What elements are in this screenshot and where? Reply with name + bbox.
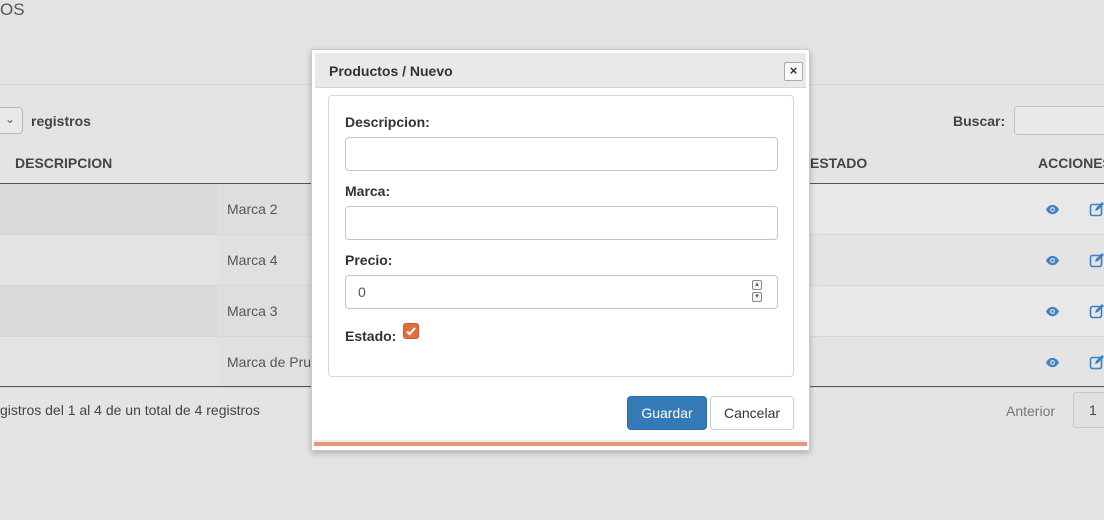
precio-input[interactable]: 0 ▴ ▾ [345,275,778,309]
page-title: OS [0,0,25,19]
spin-down-icon[interactable]: ▾ [752,292,762,302]
marca-cell: Marca 3 [227,303,278,319]
pagination-previous[interactable]: Anterior [1006,403,1055,419]
descripcion-cell [0,337,217,387]
edit-icon[interactable] [1089,303,1104,319]
descripcion-cell [0,286,217,336]
chevron-down-icon: ⌄ [4,112,15,126]
marca-input[interactable] [345,206,778,240]
marca-cell: Marca 4 [227,252,278,268]
edit-icon[interactable] [1089,201,1104,217]
eye-icon[interactable] [1045,355,1060,370]
descripcion-input[interactable] [345,137,778,171]
marca-cell: Marca 2 [227,201,278,217]
eye-icon[interactable] [1045,304,1060,319]
search-input[interactable] [1014,106,1104,135]
marca-label: Marca: [345,183,391,199]
precio-label: Precio: [345,252,393,268]
save-button[interactable]: Guardar [627,396,707,430]
pagination-page-1[interactable]: 1 [1073,392,1104,428]
length-select[interactable]: ⌄ [0,107,23,134]
eye-icon[interactable] [1045,253,1060,268]
column-header-descripcion[interactable]: DESCRIPCION [15,155,112,171]
edit-icon[interactable] [1089,252,1104,268]
marca-cell: Marca de Pru [227,354,312,370]
check-icon [406,327,416,336]
modal-accent-bar [314,442,807,446]
cancel-button[interactable]: Cancelar [710,396,794,430]
close-icon[interactable]: × [784,62,803,81]
form-panel: Descripcion: Marca: Precio: 0 ▴ ▾ Estado… [328,95,794,377]
spin-up-icon[interactable]: ▴ [752,280,762,290]
modal-header: Productos / Nuevo × [315,53,806,88]
column-header-acciones: ACCIONES [1038,155,1104,171]
descripcion-label: Descripcion: [345,114,430,130]
edit-icon[interactable] [1089,354,1104,370]
descripcion-cell [0,235,217,285]
product-modal: Productos / Nuevo × Descripcion: Marca: … [311,49,810,451]
table-info: gistros del 1 al 4 de un total de 4 regi… [0,402,260,418]
eye-icon[interactable] [1045,202,1060,217]
modal-title: Productos / Nuevo [329,63,453,79]
number-spinner[interactable]: ▴ ▾ [752,280,764,304]
descripcion-cell [0,184,217,234]
estado-checkbox[interactable] [403,323,419,339]
precio-value: 0 [358,284,366,300]
length-label: registros [31,113,91,129]
column-header-estado[interactable]: ESTADO [810,155,867,171]
search-label: Buscar: [953,113,1006,129]
estado-label: Estado: [345,328,397,344]
